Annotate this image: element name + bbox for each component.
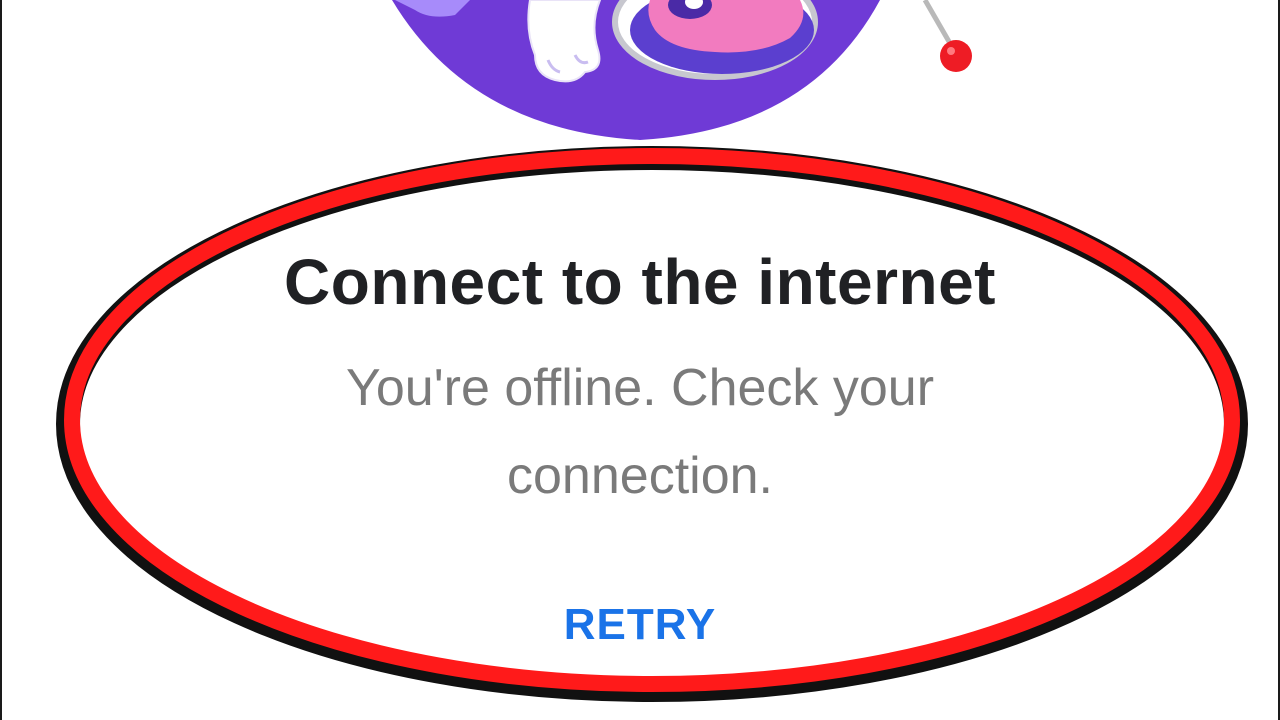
dialog-title: Connect to the internet <box>284 246 996 318</box>
offline-mascot-illustration-icon <box>392 0 972 140</box>
dialog-message: You're offline. Check your connection. <box>345 359 935 505</box>
offline-screen: Connect to the internet You're offline. … <box>0 0 1280 720</box>
retry-button[interactable]: RETRY <box>540 590 740 660</box>
